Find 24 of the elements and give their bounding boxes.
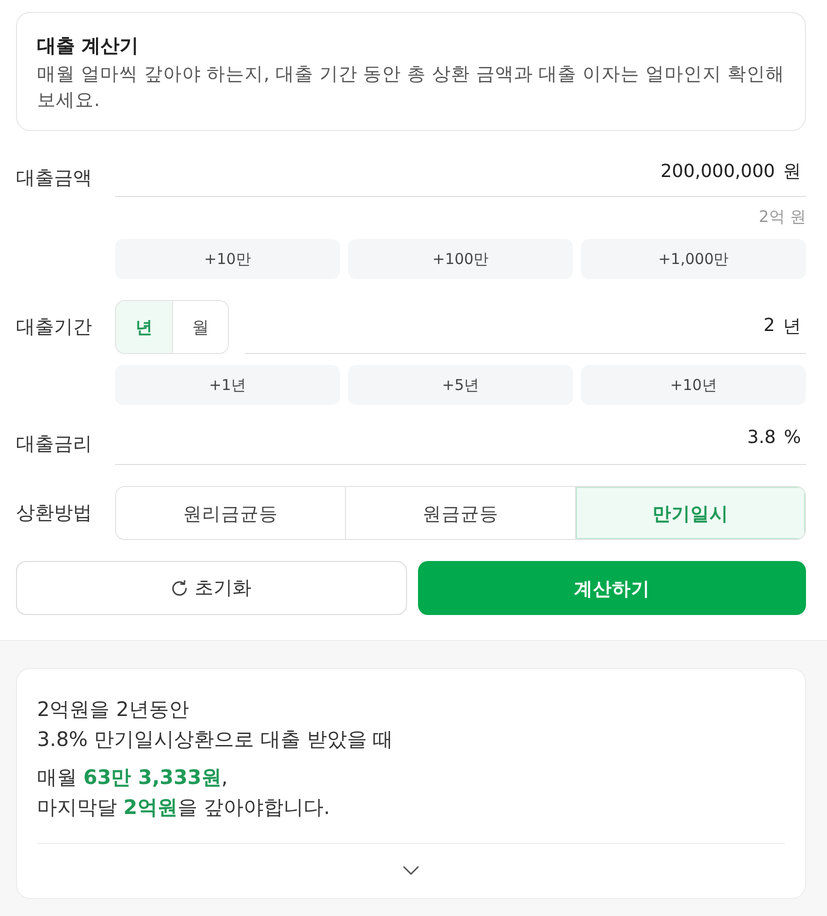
- period-unit-tab[interactable]: 월: [172, 301, 228, 353]
- reset-button[interactable]: 초기화: [16, 561, 406, 615]
- loan-amount-field[interactable]: 200,000,000 원: [115, 152, 806, 197]
- add-amount-button[interactable]: +1,000만: [581, 239, 806, 279]
- repayment-summary-text: 매월 63만 3,333원,: [37, 764, 228, 791]
- loan-condition-text: 2억원을 2년동안: [37, 696, 189, 723]
- interest-rate-label: 대출금리: [16, 432, 93, 456]
- loan-period-label: 대출기간: [16, 315, 93, 339]
- add-period-button[interactable]: +10년: [581, 365, 806, 405]
- chevron-down-icon[interactable]: [403, 866, 419, 875]
- calculator-title: 대출 계산기: [37, 34, 139, 58]
- add-period-button[interactable]: +1년: [115, 365, 340, 405]
- add-amount-button[interactable]: +10만: [115, 239, 340, 279]
- loan-period-field[interactable]: 2 년: [245, 300, 806, 354]
- loan-amount-label: 대출금액: [16, 166, 93, 190]
- add-period-button[interactable]: +5년: [348, 365, 573, 405]
- amount-hint-text: 2억 원: [758, 207, 806, 227]
- refresh-icon: [171, 580, 188, 596]
- calculator-description: 매월 얼마씩 갚아야 하는지, 대출 기간 동안 총 상환 금액과 대출 이자는 얼마인지 확인해 보세요.: [37, 63, 785, 113]
- loan-condition-text: 3.8% 만기일시상환으로 대출 받았을 때: [37, 726, 394, 753]
- interest-rate-field[interactable]: 3.8 %: [115, 420, 806, 465]
- add-amount-button[interactable]: +100만: [348, 239, 573, 279]
- repayment-method-label: 상환방법: [16, 501, 93, 525]
- repayment-summary-text: 마지막달 2억원을 갚아야합니다.: [37, 794, 330, 821]
